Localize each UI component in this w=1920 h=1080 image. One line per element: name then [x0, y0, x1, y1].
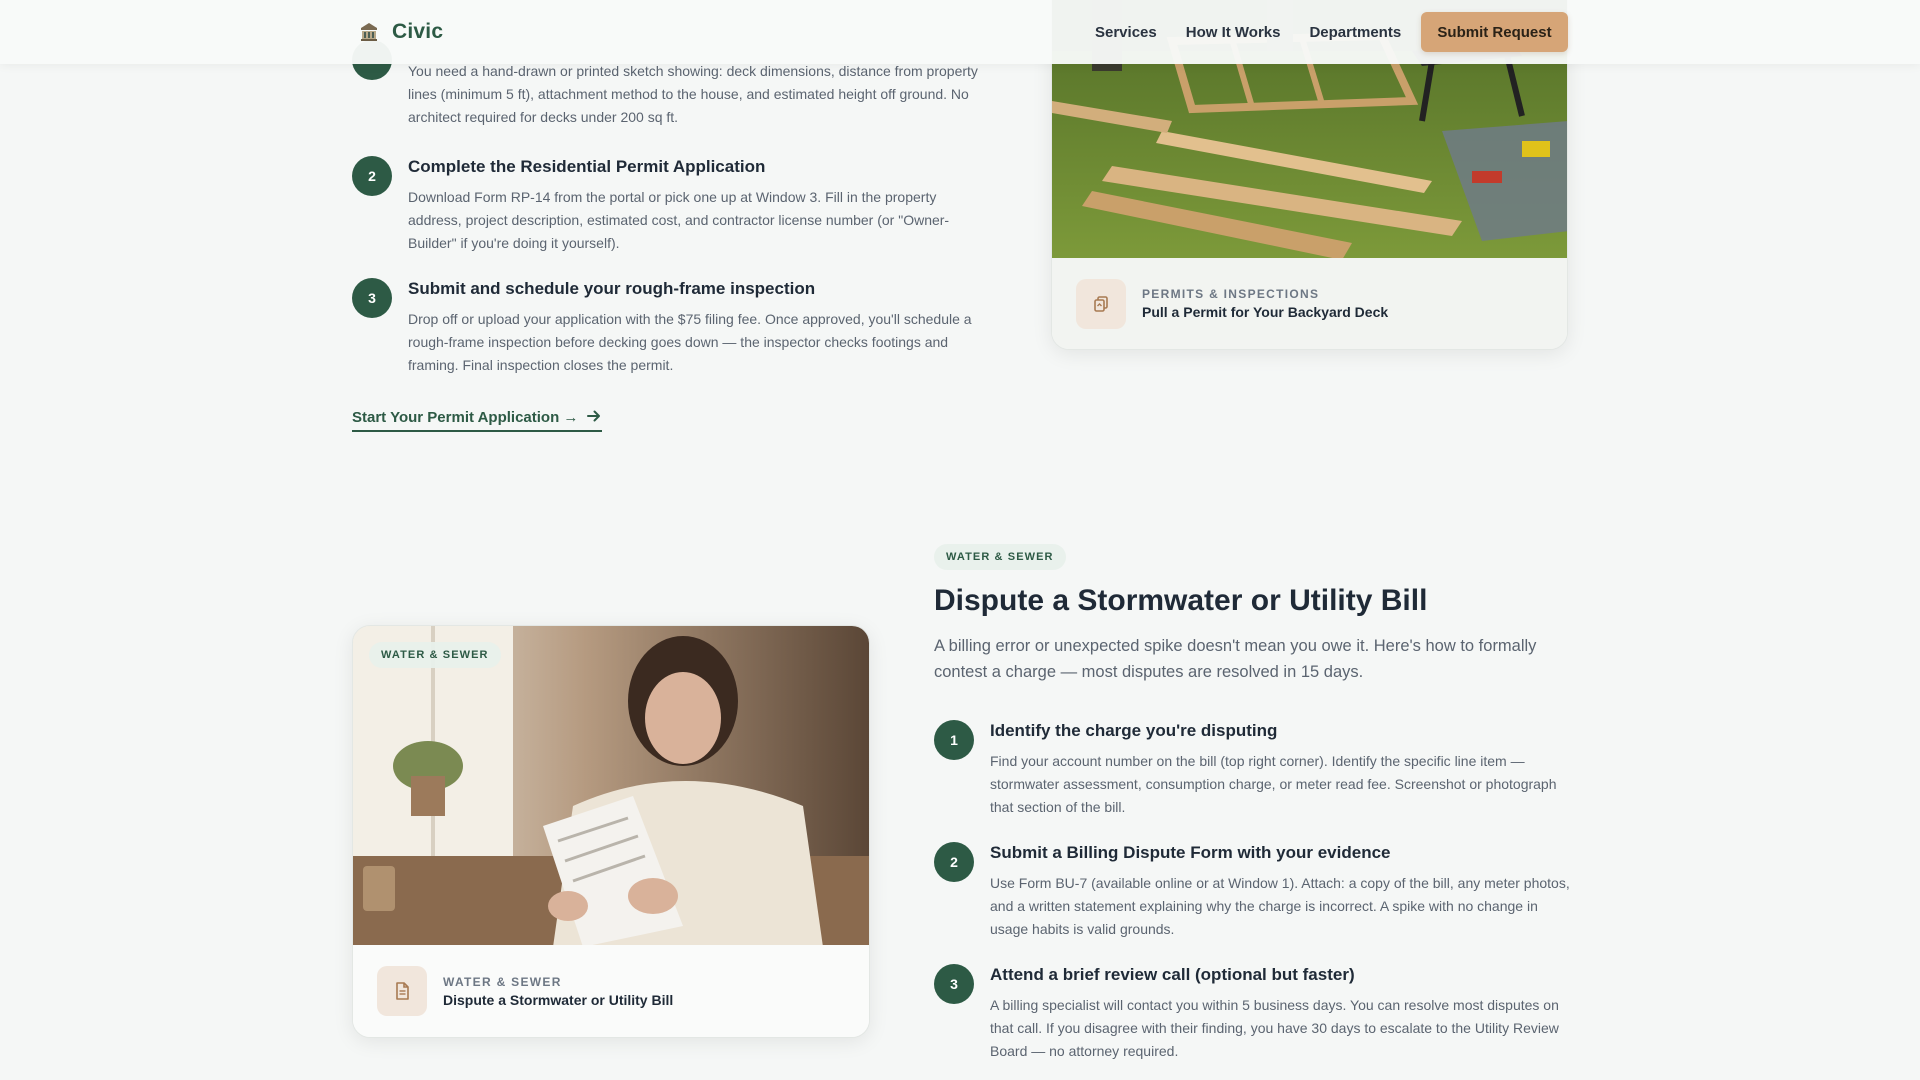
nav-services[interactable]: Services — [1095, 24, 1157, 41]
start-permit-link[interactable]: Start Your Permit Application → — [352, 408, 603, 432]
step-title: Submit a Billing Dispute Form with your … — [990, 843, 1391, 862]
step-title: Complete the Residential Permit Applicat… — [408, 157, 766, 176]
section-title: Dispute a Stormwater or Utility Bill — [934, 584, 1428, 617]
step-number: 1 — [934, 720, 974, 760]
step-title: Submit and schedule your rough-frame ins… — [408, 279, 816, 298]
step-description: Download Form RP-14 from the portal or p… — [408, 189, 950, 251]
arrow-right-icon — [586, 408, 602, 428]
section-tag: WATER & SEWER — [934, 544, 1066, 570]
site-header: Civic Services How It Works Departments … — [0, 0, 1920, 64]
nav-departments[interactable]: Departments — [1309, 24, 1401, 41]
card-badge: WATER & SEWER — [369, 642, 501, 668]
step-number: 2 — [934, 842, 974, 882]
step-description: You need a hand-drawn or printed sketch … — [408, 63, 978, 125]
step-description: Drop off or upload your application with… — [408, 311, 972, 373]
copy-documents-icon — [1076, 278, 1126, 329]
brand-name: Civic — [392, 20, 444, 43]
step-number: 3 — [934, 964, 974, 1004]
card-title: Dispute a Stormwater or Utility Bill — [443, 991, 674, 1008]
section-intro: A billing error or unexpected spike does… — [934, 637, 1537, 681]
start-permit-link-label: Start Your Permit Application → — [352, 409, 579, 426]
document-icon — [377, 966, 427, 1016]
step-description: A billing specialist will contact you wi… — [990, 997, 1559, 1059]
deck-card-text: PERMITS & INSPECTIONS Pull a Permit for … — [1142, 287, 1388, 320]
woman-reading-bill-photo — [353, 626, 869, 947]
step-number: 2 — [352, 156, 392, 196]
step-number: 3 — [352, 278, 392, 318]
nav-how-it-works[interactable]: How It Works — [1186, 24, 1281, 41]
step-description: Find your account number on the bill (to… — [990, 753, 1557, 815]
step-title: Attend a brief review call (optional but… — [990, 965, 1355, 984]
submit-request-button[interactable]: Submit Request — [1421, 12, 1568, 52]
step-description: Use Form BU-7 (available online or at Wi… — [990, 875, 1570, 937]
deck-card-footer: PERMITS & INSPECTIONS Pull a Permit for … — [1052, 258, 1567, 349]
utility-card-footer: WATER & SEWER Dispute a Stormwater or Ut… — [353, 945, 869, 1037]
civic-building-icon — [358, 21, 380, 43]
utility-bill-card[interactable]: WATER & SEWER WATER & SEWER Dispute a St… — [352, 625, 870, 1038]
step-title: Identify the charge you're disputing — [990, 721, 1278, 740]
card-category: PERMITS & INSPECTIONS — [1142, 287, 1320, 301]
card-title: Pull a Permit for Your Backyard Deck — [1142, 304, 1389, 320]
utility-card-text: WATER & SEWER Dispute a Stormwater or Ut… — [443, 975, 673, 1008]
brand-logo-link[interactable]: Civic — [358, 18, 443, 46]
card-category: WATER & SEWER — [443, 974, 562, 989]
main-nav: Services How It Works Departments — [1095, 0, 1401, 64]
